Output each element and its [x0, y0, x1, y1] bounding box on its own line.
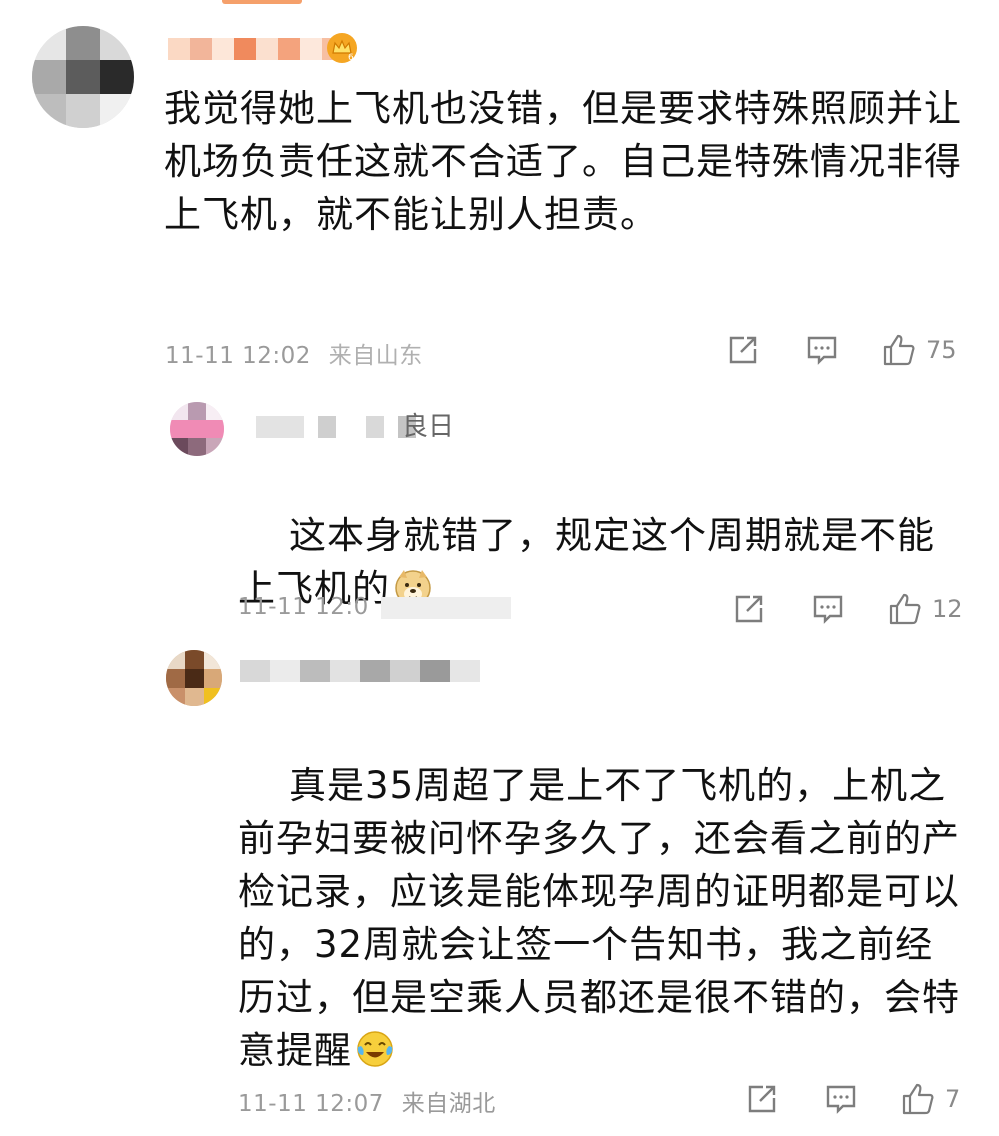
timestamp: 11-11 12:0: [238, 594, 369, 620]
crown-badge-icon: 6: [327, 33, 357, 63]
username-obscured[interactable]: [240, 660, 480, 686]
comment-meta: 11-11 12:02 来自山东: [165, 336, 423, 370]
comment-3: 真是35周超了是上不了飞机的，上机之前孕妇要被问怀孕多久了，还会看之前的产检记录…: [0, 640, 999, 1136]
like-count: 75: [926, 336, 957, 364]
comment-2: 良日 这本身就错了，规定这个周期就是不能上飞机的 11-11 12:0 12: [0, 390, 999, 640]
svg-text:6: 6: [348, 53, 354, 63]
location-obscured: [380, 596, 511, 619]
thumbs-up-icon[interactable]: [888, 592, 922, 626]
thumbs-up-icon[interactable]: [901, 1082, 935, 1116]
location: 来自湖北: [401, 1091, 496, 1117]
comment-actions: 7: [746, 1082, 960, 1116]
comment-icon[interactable]: [825, 1084, 857, 1114]
share-icon[interactable]: [727, 335, 759, 365]
comment-icon[interactable]: [812, 594, 844, 624]
laugh-cry-emoji: [357, 1031, 393, 1067]
comment-meta: 11-11 12:07 来自湖北: [238, 1084, 496, 1118]
like-count: 12: [932, 595, 963, 623]
comment-actions: 12: [733, 592, 963, 626]
share-icon[interactable]: [733, 594, 765, 624]
comment-text-content: 真是35周超了是上不了飞机的，上机之前孕妇要被问怀孕多久了，还会看之前的产检记录…: [238, 764, 960, 1072]
share-icon[interactable]: [746, 1084, 778, 1114]
like-count: 7: [945, 1085, 961, 1113]
avatar[interactable]: [32, 26, 134, 128]
comment-1: 6 我觉得她上飞机也没错，但是要求特殊照顾并让机场负责任这就不合适了。自己是特殊…: [0, 0, 999, 390]
comment-text: 真是35周超了是上不了飞机的，上机之前孕妇要被问怀孕多久了，还会看之前的产检记录…: [238, 706, 960, 1130]
comment-text: 这本身就错了，规定这个周期就是不能上飞机的: [238, 456, 958, 668]
comment-actions: 75: [727, 333, 957, 367]
username-obscured[interactable]: [168, 38, 340, 64]
avatar[interactable]: [170, 402, 224, 456]
thumbs-up-icon[interactable]: [882, 333, 916, 367]
location: 来自山东: [328, 343, 423, 369]
comment-icon[interactable]: [806, 335, 838, 365]
timestamp: 11-11 12:07: [238, 1091, 384, 1117]
username-obscured[interactable]: [256, 416, 416, 442]
comment-meta: 11-11 12:0: [238, 594, 511, 620]
username-visible-part: 良日: [402, 412, 455, 442]
timestamp: 11-11 12:02: [165, 343, 311, 369]
comment-text: 我觉得她上飞机也没错，但是要求特殊照顾并让机场负责任这就不合适了。自己是特殊情况…: [164, 87, 962, 236]
avatar[interactable]: [166, 650, 222, 706]
